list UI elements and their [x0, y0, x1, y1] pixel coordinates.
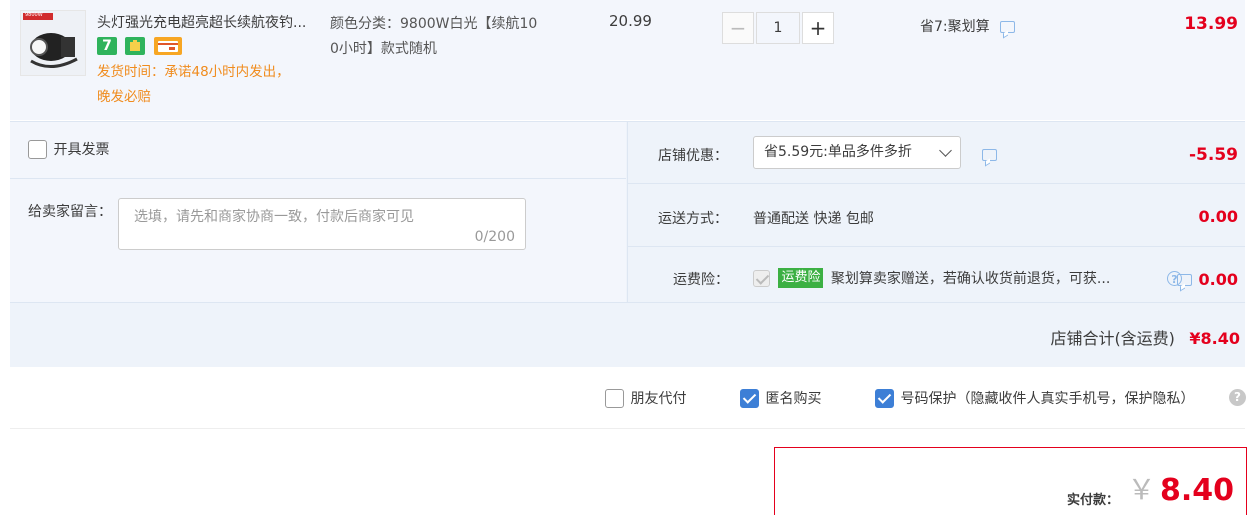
anonymous-option[interactable]: 匿名购买 [740, 388, 821, 408]
message-label: 给卖家留言： [28, 204, 112, 220]
product-spec: 颜色分类：9800W白光【续航10 0小时】款式随机 [330, 12, 570, 62]
chevron-down-icon [939, 144, 952, 157]
spec-line2: 0小时】款式随机 [330, 41, 437, 57]
quantity-stepper: −1 + [722, 12, 834, 44]
card-icon[interactable] [153, 37, 182, 55]
store-discount-value: 省5.59元:单品多件多折 [764, 144, 912, 160]
invoice-option[interactable]: 开具发票 [28, 139, 109, 159]
insurance-label: 运费险： [673, 272, 729, 288]
actual-payment-amount: 8.40 [1159, 473, 1234, 508]
item-subtotal: 13.99 [1184, 14, 1238, 34]
insurance-checkbox [753, 269, 770, 287]
spec-line1: 颜色分类：9800W白光【续航10 [330, 16, 538, 32]
actual-payment: 实付款： ￥ 8.40 [1067, 468, 1234, 508]
guarantee-icon[interactable] [125, 37, 146, 55]
quantity-minus-button[interactable]: − [722, 12, 754, 44]
shipping-amount: 0.00 [1198, 207, 1238, 226]
insurance-text: 聚划算卖家赠送，若确认收货前退货，可获... [830, 271, 1111, 287]
number-protect-label: 号码保护（隐藏收件人真实手机号，保护隐私） [900, 391, 1195, 407]
store-total-label: 店铺合计(含运费) [1050, 329, 1175, 348]
thumb-badge: 9800W [25, 12, 43, 18]
message-char-count: 0/200 [474, 229, 515, 245]
divider [628, 183, 1245, 184]
number-protect-option[interactable]: 号码保护（隐藏收件人真实手机号，保护隐私） [875, 388, 1194, 408]
shipping-promise: 发货时间：承诺48小时内发出， 晚发必赔 [97, 60, 317, 110]
chat-icon[interactable] [1000, 21, 1016, 33]
divider [628, 246, 1245, 247]
currency-symbol: ￥ [1127, 473, 1156, 506]
number-protect-checkbox[interactable] [875, 388, 894, 408]
store-discount-label: 店铺优惠： [658, 148, 728, 164]
shipping-promise-line1: 发货时间：承诺48小时内发出， [97, 64, 290, 80]
seven-day-return-icon[interactable]: 7 [97, 37, 117, 55]
product-title[interactable]: 头灯强光充电超亮超长续航夜钓... [97, 12, 327, 32]
message-placeholder: 选填，请先和商家协商一致，付款后商家可见 [134, 209, 414, 225]
shipping-label: 运送方式： [658, 211, 728, 227]
invoice-label: 开具发票 [53, 142, 110, 158]
quantity-input[interactable]: 1 [756, 12, 800, 44]
friend-pay-option[interactable]: 朋友代付 [605, 388, 686, 408]
service-badges: 7 [97, 37, 186, 57]
promo-text: 省7:聚划算 [920, 19, 990, 35]
insurance-amount: 0.00 [1198, 270, 1238, 289]
help-icon[interactable]: ? [1229, 389, 1246, 406]
payment-summary: 实付款： ￥ 8.40 [774, 447, 1247, 515]
friend-pay-checkbox[interactable] [605, 388, 624, 408]
anonymous-checkbox[interactable] [740, 388, 759, 408]
insurance-tag: 运费险 [778, 268, 824, 288]
promo-info: 省7:聚划算 [920, 16, 1016, 36]
divider [10, 121, 1245, 122]
quantity-plus-button[interactable]: + [802, 12, 834, 44]
invoice-checkbox[interactable] [28, 139, 47, 159]
anonymous-label: 匿名购买 [765, 391, 822, 407]
chat-icon[interactable] [982, 149, 997, 161]
store-discount-amount: -5.59 [1189, 145, 1238, 165]
store-discount-select[interactable]: 省5.59元:单品多件多折 [753, 136, 961, 169]
actual-payment-label: 实付款： [1067, 493, 1120, 508]
vertical-divider [627, 122, 628, 302]
divider [10, 178, 626, 179]
store-total-value: ¥8.40 [1189, 329, 1240, 348]
product-thumbnail[interactable]: 9800W [20, 10, 86, 76]
store-total: 店铺合计(含运费) ¥8.40 [1050, 325, 1240, 349]
shipping-promise-line2: 晚发必赔 [97, 89, 151, 105]
shipping-method: 普通配送 快递 包邮 [753, 211, 874, 227]
friend-pay-label: 朋友代付 [630, 391, 687, 407]
help-icon[interactable]: ? [1167, 271, 1182, 286]
insurance-option: 运费险 聚划算卖家赠送，若确认收货前退货，可获... [753, 268, 1110, 288]
seller-message-input[interactable]: 选填，请先和商家协商一致，付款后商家可见 0/200 [118, 198, 526, 250]
unit-price: 20.99 [609, 12, 652, 30]
